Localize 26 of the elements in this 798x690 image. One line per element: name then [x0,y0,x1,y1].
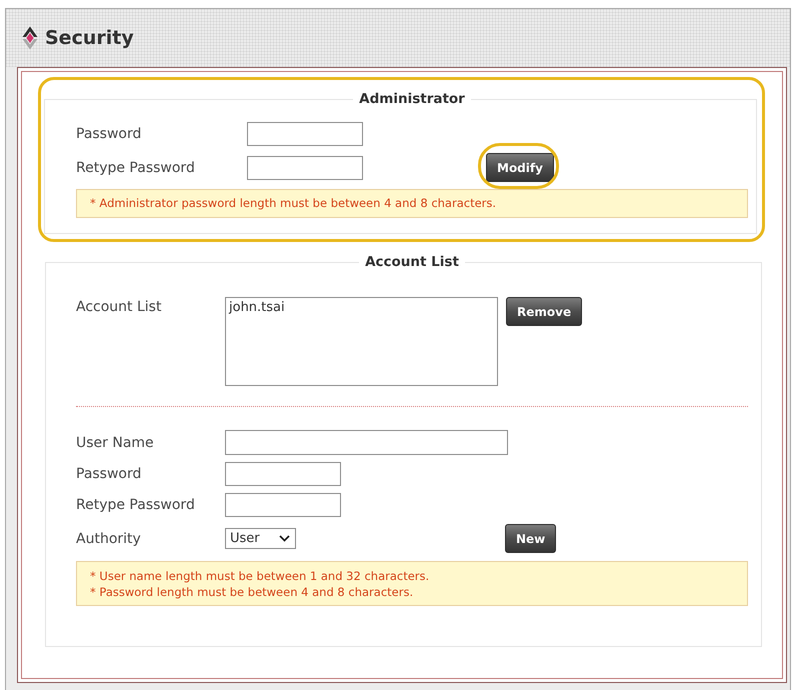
field-label: Password [76,466,142,482]
field-label: Authority [76,530,142,546]
chevron-icon [279,535,290,542]
password-field[interactable] [225,462,341,486]
page-title: Security [45,26,134,50]
password-field[interactable] [247,122,363,146]
note-text: * User name length must be between 1 and 32 characters. [90,568,430,584]
section-title: Administrator [358,91,466,107]
list-item[interactable]: john.tsai [228,299,495,316]
field-label: Account List [76,298,162,315]
note-text: * Administrator password length must be between 4 and 8 characters. [90,196,498,211]
note-text: * Password length must be between 4 and 8 characters. [90,584,414,600]
section-title: Account List [364,254,460,270]
diamond-icon [22,26,38,50]
text-field[interactable] [225,430,508,455]
new-button[interactable]: New [505,524,556,553]
field-label: Retype Password [76,497,196,513]
remove-button[interactable]: Remove [506,297,582,326]
modify-button[interactable]: Modify [486,153,554,182]
password-field[interactable] [247,156,363,180]
field-label: Retype Password [76,160,196,176]
account-listbox[interactable]: john.tsai [225,297,498,386]
password-field[interactable] [225,493,341,517]
dropdown-select[interactable]: User [225,528,296,549]
field-label: Password [76,126,142,142]
field-label: User Name [76,434,155,450]
